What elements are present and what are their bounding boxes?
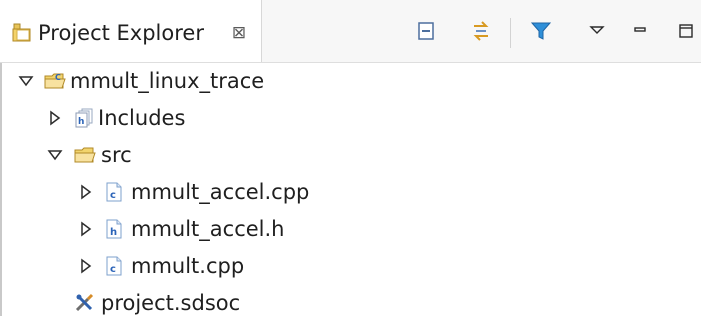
file-label: mmult_accel.h <box>131 217 285 241</box>
expanded-twisty-icon[interactable] <box>47 147 63 163</box>
toolbar-separator <box>510 18 511 48</box>
cpp-source-file-icon: c <box>104 256 126 276</box>
project-label: mmult_linux_trace <box>70 69 265 93</box>
tree-item-project-file[interactable]: project.sdsoc <box>0 285 640 316</box>
collapsed-twisty-icon[interactable] <box>78 258 94 274</box>
file-label: mmult.cpp <box>131 254 245 278</box>
project-explorer-icon <box>12 23 32 43</box>
header-file-icon: h <box>104 219 126 239</box>
includes-icon: h <box>74 108 96 128</box>
sdsoc-project-tools-icon <box>74 293 96 313</box>
view-menu-icon <box>588 22 606 44</box>
includes-label: Includes <box>98 106 186 130</box>
collapse-all-icon <box>416 21 436 45</box>
svg-text:c: c <box>110 264 116 275</box>
svg-text:h: h <box>78 117 84 127</box>
minimize-icon <box>631 22 649 44</box>
filter-icon <box>530 20 552 46</box>
view-menu-button[interactable] <box>585 21 609 45</box>
filter-button[interactable] <box>529 21 553 45</box>
minimize-button[interactable] <box>628 21 652 45</box>
src-label: src <box>101 143 132 167</box>
project-explorer-panel: Project Explorer ⊠ C mmult_linux_trace h… <box>0 0 701 316</box>
tree-item-project[interactable]: C mmult_linux_trace <box>0 63 640 99</box>
view-header: Project Explorer ⊠ <box>0 0 701 63</box>
project-tree[interactable]: C mmult_linux_trace h Includes src c mmu… <box>0 63 701 316</box>
svg-text:c: c <box>110 190 116 201</box>
file-label: mmult_accel.cpp <box>131 180 310 204</box>
project-explorer-tab[interactable]: Project Explorer ⊠ <box>0 0 262 63</box>
cpp-source-file-icon: c <box>104 182 126 202</box>
tree-item-file[interactable]: c mmult_accel.cpp <box>0 174 640 210</box>
tree-item-file[interactable]: c mmult.cpp <box>0 248 640 284</box>
view-title: Project Explorer <box>38 21 204 45</box>
collapsed-twisty-icon[interactable] <box>78 184 94 200</box>
maximize-button[interactable] <box>674 21 698 45</box>
maximize-icon <box>677 22 695 44</box>
close-view-icon[interactable]: ⊠ <box>231 24 247 42</box>
project-file-label: project.sdsoc <box>101 291 241 315</box>
link-with-editor-button[interactable] <box>469 21 493 45</box>
collapse-all-button[interactable] <box>414 21 438 45</box>
c-project-folder-icon: C <box>44 71 66 91</box>
tree-item-includes[interactable]: h Includes <box>0 100 640 136</box>
collapsed-twisty-icon[interactable] <box>47 110 63 126</box>
svg-text:h: h <box>110 227 117 238</box>
expanded-twisty-icon[interactable] <box>18 73 34 89</box>
tree-item-file[interactable]: h mmult_accel.h <box>0 211 640 247</box>
collapsed-twisty-icon[interactable] <box>78 221 94 237</box>
tree-item-src[interactable]: src <box>0 137 640 173</box>
link-with-editor-icon <box>470 20 492 46</box>
svg-text:C: C <box>55 73 61 82</box>
source-folder-icon <box>74 145 96 165</box>
